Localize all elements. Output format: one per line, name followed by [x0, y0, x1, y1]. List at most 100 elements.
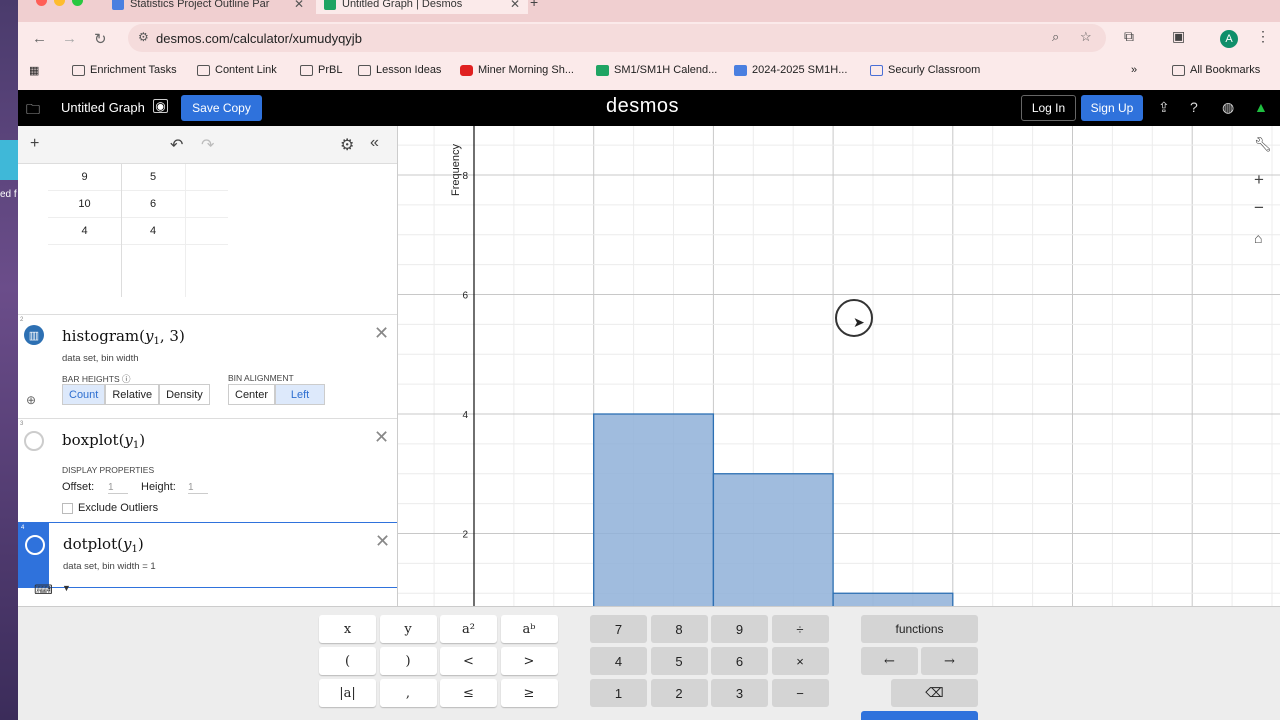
num-key-4[interactable]: 4	[590, 647, 647, 675]
exclude-outliers-checkbox[interactable]	[62, 503, 73, 514]
var-key-10[interactable]: ≤	[440, 679, 497, 707]
help-icon[interactable]: ?	[1190, 99, 1198, 115]
bookmark-prbl[interactable]: PrBL	[300, 64, 342, 76]
zoom-out-icon[interactable]: −	[1254, 198, 1264, 218]
bookmark-securly[interactable]: Securly Classroom	[870, 64, 980, 76]
delete-expression-icon[interactable]: ✕	[374, 427, 389, 448]
tab-close-icon[interactable]: ✕	[510, 0, 520, 11]
var-key-6[interactable]: <	[440, 647, 497, 675]
new-tab-icon[interactable]: +	[530, 0, 538, 10]
bin-alignment-center-option[interactable]: Center	[228, 384, 276, 405]
home-icon[interactable]: ⌂	[1254, 230, 1262, 246]
expression-math[interactable]: dotplot(y1)	[63, 535, 144, 555]
delete-expression-icon[interactable]: ✕	[374, 323, 389, 344]
histogram-color-icon[interactable]: ▥	[24, 325, 44, 345]
collapse-panel-icon[interactable]: «	[370, 134, 379, 152]
extensions-icon[interactable]: ⧉	[1124, 28, 1134, 45]
enter-key[interactable]	[861, 711, 978, 720]
expression-dotplot[interactable]: 4 dotplot(y1) data set, bin width = 1 ✕	[18, 522, 397, 588]
menu-icon[interactable]: ⋮	[1256, 28, 1270, 45]
var-key-7[interactable]: >	[500, 647, 558, 675]
boxplot-color-icon[interactable]	[24, 431, 44, 451]
window-close-dot[interactable]	[36, 0, 47, 6]
left-arrow-key[interactable]: ←	[861, 647, 918, 675]
expression-math[interactable]: histogram(y1, 3)	[62, 327, 185, 347]
table-cell-y[interactable]: 4	[121, 225, 185, 237]
back-icon[interactable]: ←	[32, 30, 47, 47]
var-key-0[interactable]: x	[319, 615, 376, 643]
bin-alignment-left-option[interactable]: Left	[275, 384, 326, 405]
settings-gear-icon[interactable]: ⚙	[340, 135, 354, 155]
wrench-icon[interactable]: 🔧︎	[1254, 136, 1272, 153]
graph-paper[interactable]: 2 4 6 8 Frequency 🔧︎ + − ⌂ ➤	[398, 126, 1280, 606]
var-key-2[interactable]: a²	[440, 615, 497, 643]
undo-icon[interactable]: ↶	[170, 135, 183, 155]
var-key-11[interactable]: ≥	[500, 679, 558, 707]
tab-close-icon[interactable]: ✕	[294, 0, 304, 11]
num-key-6[interactable]: 6	[711, 647, 768, 675]
expression-boxplot[interactable]: 3 boxplot(y1) DISPLAY PROPERTIES Offset:…	[18, 418, 397, 522]
share-icon[interactable]: ⇪	[1158, 99, 1170, 116]
height-input[interactable]: 1	[188, 482, 208, 494]
var-key-5[interactable]: )	[379, 647, 437, 675]
address-bar[interactable]: ⚙ desmos.com/calculator/xumudyqyjb ⌕ ☆	[128, 24, 1106, 52]
num-key-0[interactable]: 7	[590, 615, 647, 643]
apps-grid-icon[interactable]: ▦	[29, 64, 39, 77]
delete-expression-icon[interactable]: ✕	[375, 531, 390, 552]
zoom-to-fit-icon[interactable]: ⊕	[26, 393, 36, 407]
tab-desmos[interactable]: Untitled Graph | Desmos ✕	[316, 0, 528, 14]
login-button[interactable]: Log In	[1021, 95, 1076, 121]
window-zoom-dot[interactable]	[72, 0, 83, 6]
screenshot-icon[interactable]: ◉	[153, 99, 168, 113]
backspace-key[interactable]: ⌫	[891, 679, 978, 707]
bar-heights-count-option[interactable]: Count	[62, 384, 106, 405]
var-key-8[interactable]: |a|	[319, 679, 376, 707]
num-key-9[interactable]: 2	[650, 679, 708, 707]
zoom-icon[interactable]: ⌕	[1052, 29, 1059, 45]
bookmark-lesson-ideas[interactable]: Lesson Ideas	[358, 64, 441, 76]
table-cell-x[interactable]: 4	[48, 225, 121, 237]
redo-icon[interactable]: ↷	[201, 135, 214, 155]
window-minimize-dot[interactable]	[54, 0, 65, 6]
num-key-5[interactable]: 5	[650, 647, 708, 675]
expression-math[interactable]: boxplot(y1)	[62, 431, 145, 451]
cast-icon[interactable]: ▣	[1172, 28, 1185, 45]
bar-heights-density-option[interactable]: Density	[159, 384, 210, 405]
bookmark-miner-morning[interactable]: Miner Morning Sh...	[460, 64, 574, 76]
bookmark-2024-2025-sm1h[interactable]: 2024-2025 SM1H...	[734, 64, 847, 76]
var-key-1[interactable]: y	[379, 615, 437, 643]
functions-key[interactable]: functions	[861, 615, 978, 643]
keyboard-toggle-button[interactable]: ⌨ ▼	[18, 580, 78, 602]
num-key-7[interactable]: ×	[771, 647, 829, 675]
accessibility-icon[interactable]: ▲	[1254, 99, 1268, 115]
dotplot-color-icon[interactable]	[25, 535, 45, 555]
num-key-2[interactable]: 9	[711, 615, 768, 643]
help-circle-icon[interactable]: ⓘ	[122, 374, 131, 384]
bookmark-sm1-calendar[interactable]: SM1/SM1H Calend...	[596, 64, 717, 76]
site-info-icon[interactable]: ⚙	[138, 30, 149, 44]
table-row-empty[interactable]	[48, 245, 228, 272]
offset-input[interactable]: 1	[108, 482, 128, 494]
open-graph-folder-icon[interactable]: 🗀	[26, 99, 40, 123]
language-globe-icon[interactable]: ◍	[1222, 99, 1234, 116]
table-cell-x[interactable]: 10	[48, 198, 121, 210]
histogram-chart[interactable]: 2 4 6 8Frequency	[398, 126, 1280, 606]
table-cell-y[interactable]: 6	[121, 198, 185, 210]
reload-icon[interactable]: ↻	[94, 30, 107, 48]
add-item-icon[interactable]: +	[30, 135, 39, 153]
bookmark-star-icon[interactable]: ☆	[1080, 29, 1092, 45]
signup-button[interactable]: Sign Up	[1081, 95, 1143, 121]
num-key-1[interactable]: 8	[650, 615, 708, 643]
bookmark-enrichment-tasks[interactable]: Enrichment Tasks	[72, 64, 177, 76]
graph-title[interactable]: Untitled Graph	[61, 100, 145, 115]
var-key-4[interactable]: (	[319, 647, 376, 675]
bar-heights-relative-option[interactable]: Relative	[105, 384, 160, 405]
profile-avatar[interactable]: A	[1220, 30, 1238, 48]
forward-icon[interactable]: →	[62, 30, 77, 47]
right-arrow-key[interactable]: →	[921, 647, 978, 675]
save-copy-button[interactable]: Save Copy	[181, 95, 262, 121]
num-key-3[interactable]: ÷	[771, 615, 829, 643]
num-key-8[interactable]: 1	[590, 679, 647, 707]
var-key-3[interactable]: aᵇ	[500, 615, 558, 643]
table-cell-x[interactable]: 9	[48, 171, 121, 183]
